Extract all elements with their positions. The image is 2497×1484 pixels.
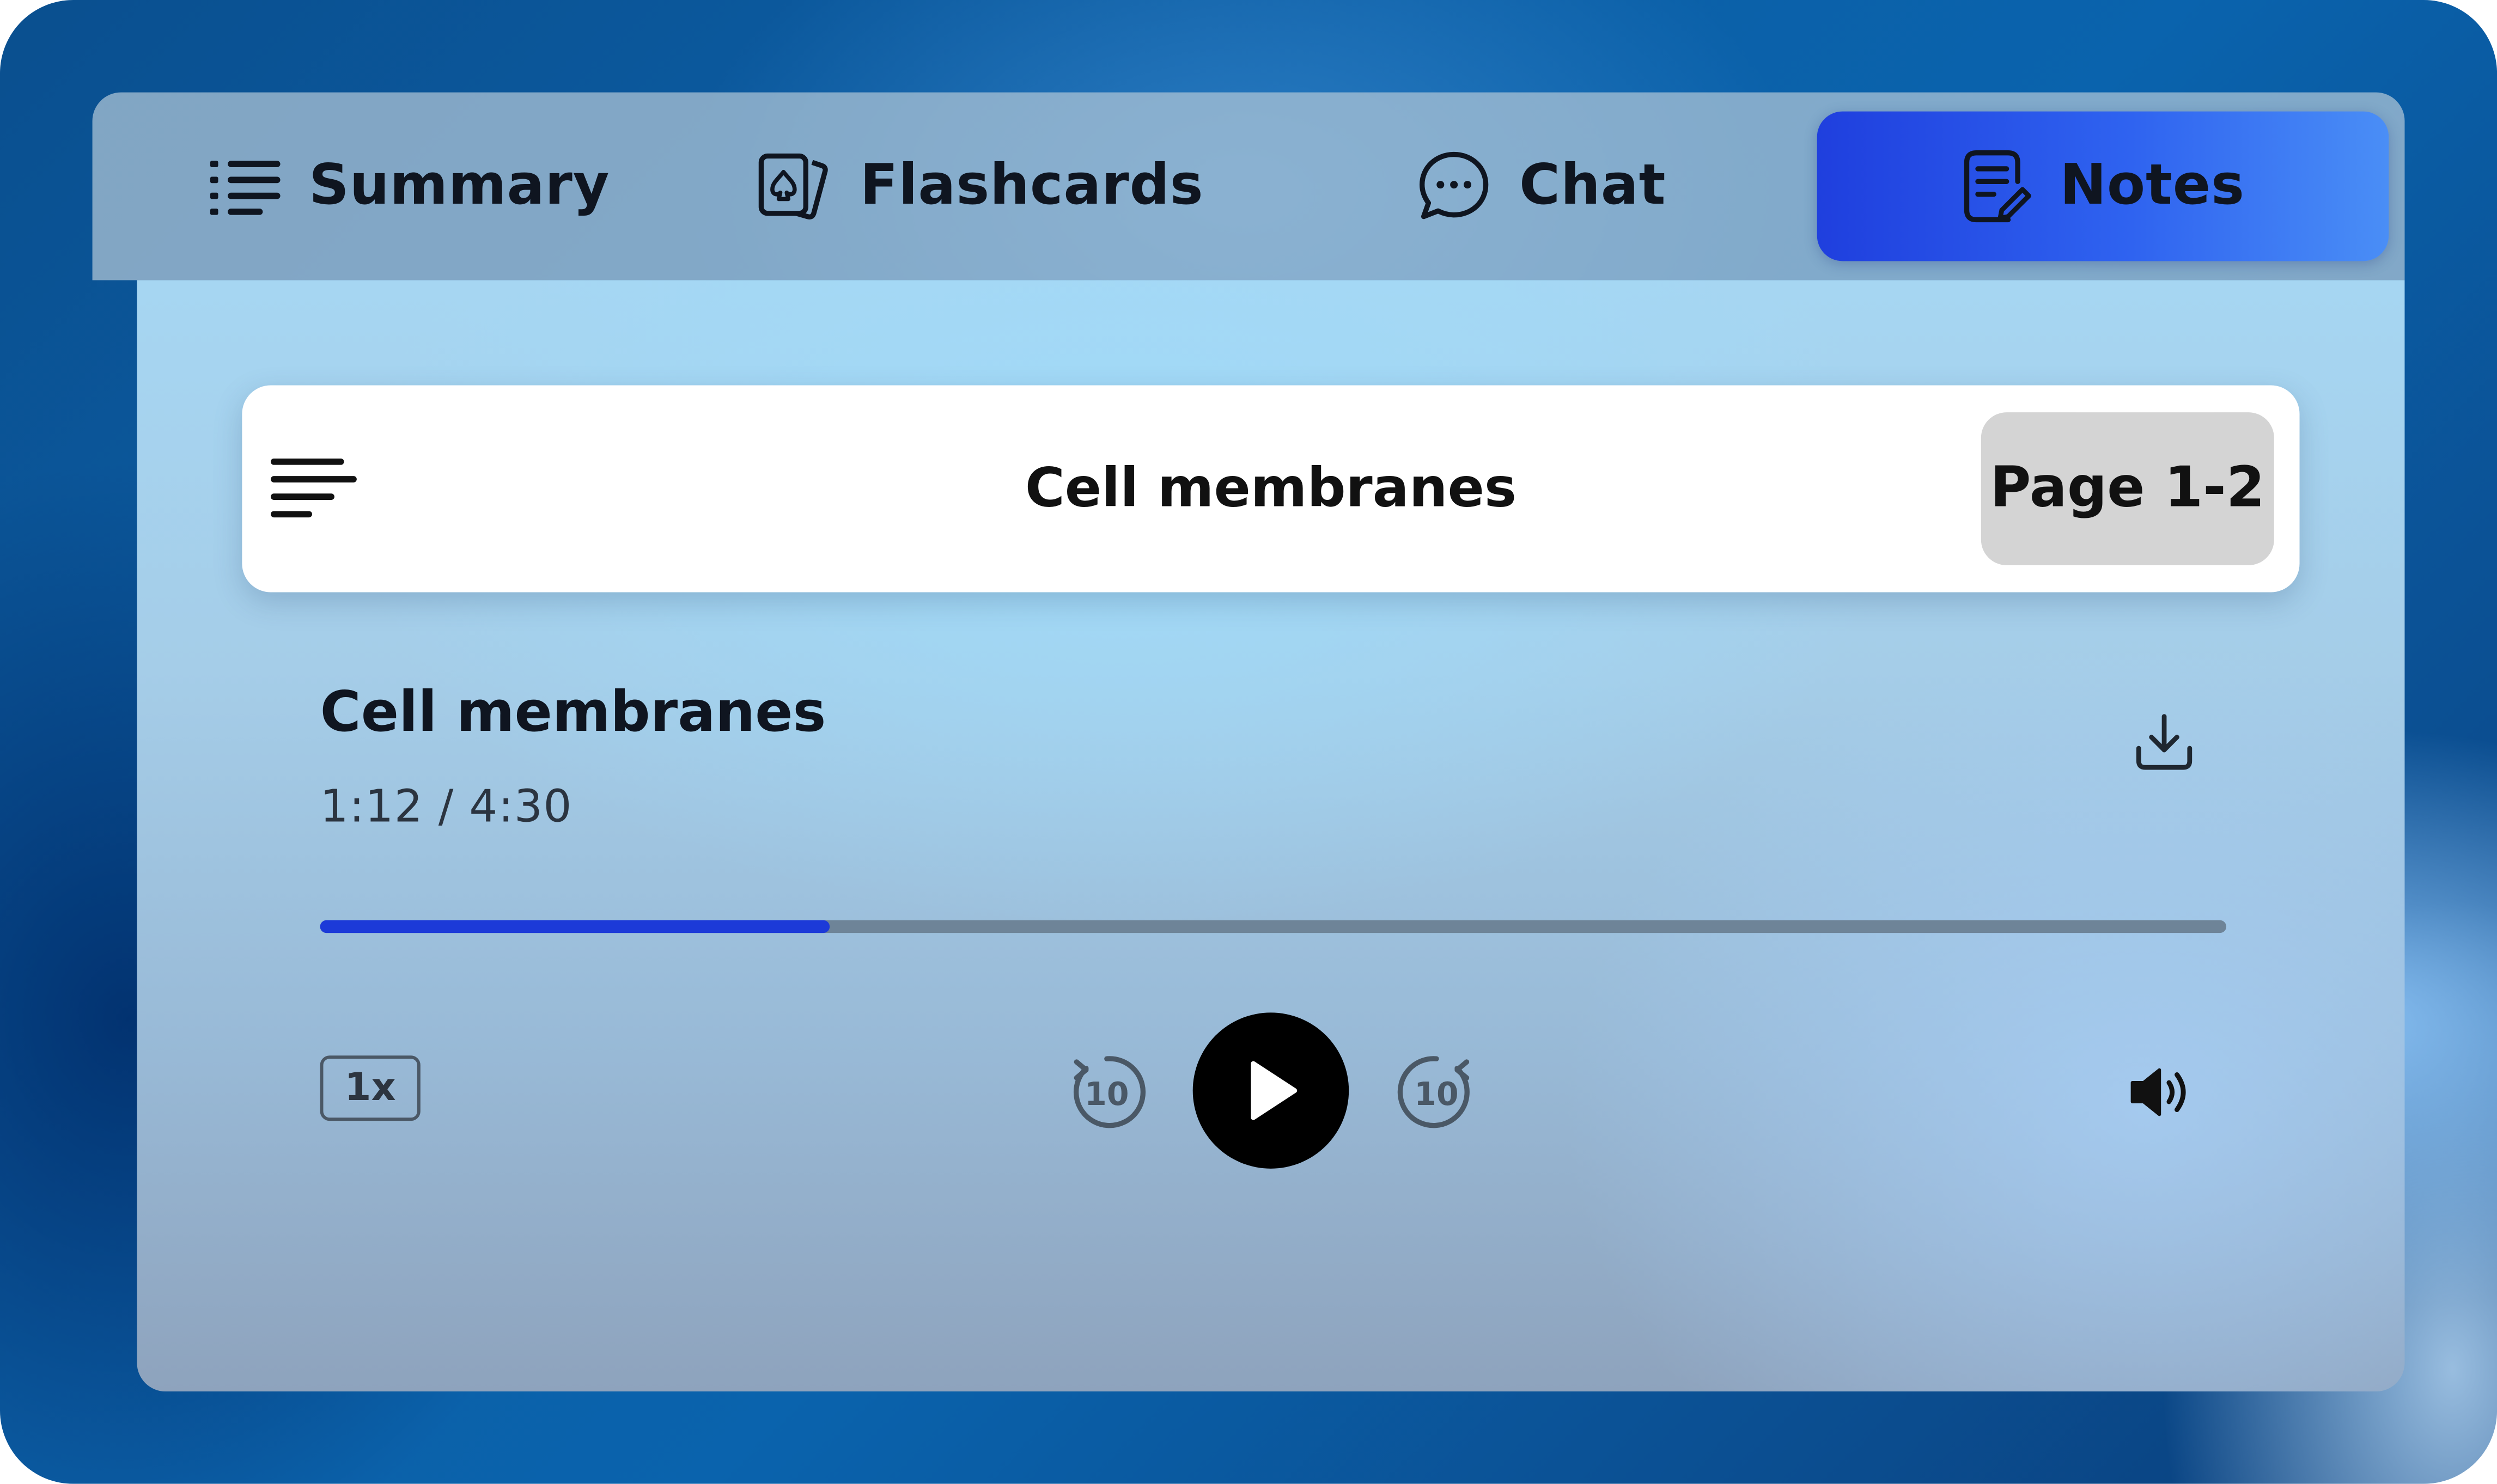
progress-fill [320, 920, 829, 933]
rewind-10-icon[interactable]: 10 [1067, 1052, 1147, 1132]
download-icon[interactable] [2133, 710, 2196, 774]
tab-notes[interactable]: Notes [1817, 111, 2389, 261]
notes-edit-icon [1961, 146, 2034, 226]
play-icon [1251, 1061, 1298, 1120]
tab-chat[interactable]: Chat [1414, 112, 1666, 261]
tab-notes-label: Notes [2060, 154, 2245, 218]
list-icon [207, 155, 283, 218]
tab-summary[interactable]: Summary [207, 112, 610, 261]
tab-summary-label: Summary [309, 154, 610, 218]
playback-time: 1:12 / 4:30 [320, 780, 573, 833]
tab-chat-label: Chat [1519, 154, 1666, 218]
tab-flashcards[interactable]: Flashcards [755, 112, 1204, 261]
chat-bubble-icon [1414, 146, 1494, 226]
volume-icon[interactable] [2128, 1064, 2195, 1121]
forward-seconds: 10 [1414, 1076, 1458, 1113]
playback-speed-button[interactable]: 1x [320, 1055, 421, 1121]
app-viewport: Summary Flashcards Chat Notes Cell membr… [0, 0, 2497, 1484]
rewind-seconds: 10 [1085, 1076, 1129, 1113]
tab-bar: Summary Flashcards Chat Notes [92, 92, 2405, 280]
notes-panel: Cell membranes Page 1-2 Cell membranes 1… [137, 280, 2405, 1392]
page-range-badge[interactable]: Page 1-2 [1981, 412, 2274, 565]
cards-icon [755, 146, 835, 226]
forward-10-icon[interactable]: 10 [1397, 1052, 1476, 1132]
tab-flashcards-label: Flashcards [860, 154, 1204, 218]
app-window: Summary Flashcards Chat Notes Cell membr… [0, 0, 2497, 1484]
play-button[interactable] [1192, 1012, 1349, 1169]
document-title-bar: Cell membranes Page 1-2 [242, 385, 2300, 593]
audio-title: Cell membranes [320, 681, 826, 746]
progress-bar[interactable] [320, 920, 2227, 933]
